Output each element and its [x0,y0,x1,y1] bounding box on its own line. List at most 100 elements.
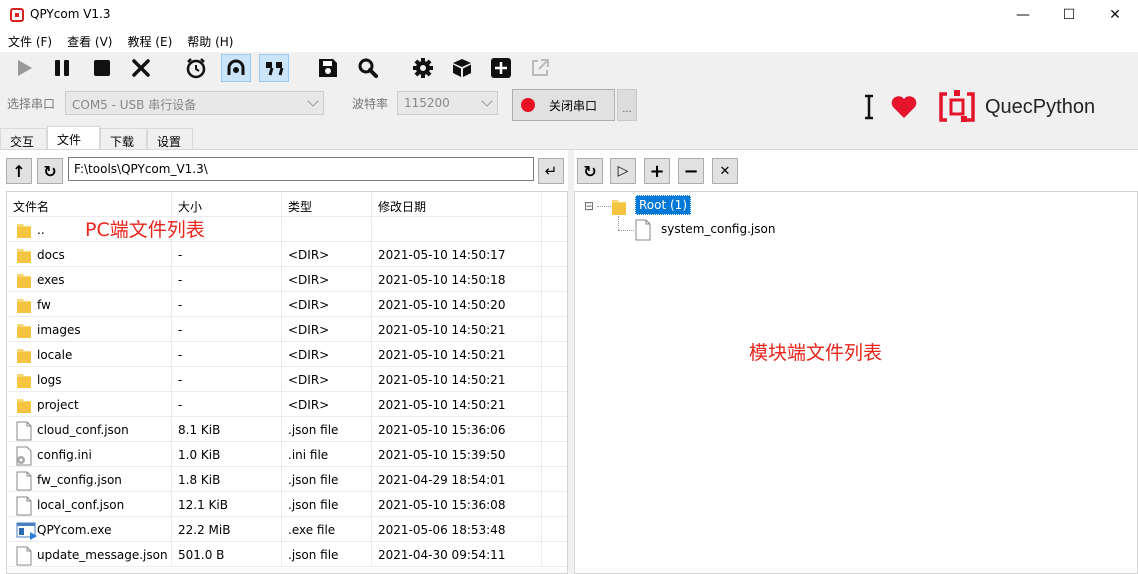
table-row[interactable]: exes - <DIR> 2021-05-10 14:50:18 [7,267,567,292]
row-filler [542,392,567,417]
menu-help[interactable]: 帮助 (H) [179,30,240,52]
tab-files[interactable]: 文件 [47,126,100,151]
table-row[interactable]: config.ini 1.0 KiB .ini file 2021-05-10 15:… [7,442,567,467]
menu-tutorial[interactable]: 教程 (E) [119,30,179,52]
go-path-button[interactable]: ↵ [538,158,564,184]
row-filler [542,417,567,442]
tab-download[interactable]: 下载 [100,128,147,150]
table-row[interactable]: locale - <DIR> 2021-05-10 14:50:21 [7,342,567,367]
play-icon[interactable] [9,54,39,82]
row-filler [542,267,567,292]
file-date: 2021-05-06 18:53:48 [372,517,542,542]
more-button[interactable]: ... [617,89,637,121]
menu-view[interactable]: 查看 (V) [59,30,119,52]
run-button[interactable]: ▷ [610,158,636,184]
pause-icon[interactable] [47,54,77,82]
baud-select[interactable]: 115200 [397,91,498,115]
clock-icon[interactable] [181,54,211,82]
file-size: - [172,342,282,367]
files-content: ↑ ↻ F:\tools\QPYcom_V1.3\ ↵ ↻ ▷ + − ✕ 文件… [0,150,1138,574]
folder-icon [611,196,627,219]
folder-icon [16,371,32,392]
refresh-icon: ↻ [43,161,57,181]
gear-icon[interactable] [408,54,438,82]
table-row[interactable]: update_message.json 501.0 B .json file 2021… [7,542,567,567]
table-row[interactable]: QPYcom.exe 22.2 MiB .exe file 2021-05-06 18… [7,517,567,542]
cube-icon[interactable] [447,54,477,82]
search-icon[interactable] [353,54,383,82]
file-type [282,217,372,242]
file-type: <DIR> [282,242,372,267]
row-filler [542,342,567,367]
app-logo-icon [10,8,24,22]
tab-interactive[interactable]: 交互 [0,128,47,150]
tree-file-node[interactable]: system_config.json [661,222,775,236]
delete-file-button[interactable]: ✕ [712,158,738,184]
file-size: - [172,392,282,417]
file-name: QPYcom.exe [37,523,112,537]
close-window-button[interactable]: ✕ [1092,0,1138,30]
pc-refresh-button[interactable]: ↻ [37,158,63,184]
port-select-value: COM5 - USB 串行设备 [72,98,197,112]
plus-icon: + [649,160,665,182]
file-name: update_message.json [37,548,168,562]
file-size: 22.2 MiB [172,517,282,542]
file-type: .exe file [282,517,372,542]
row-filler [542,242,567,267]
table-row[interactable]: cloud_conf.json 8.1 KiB .json file 2021-05-… [7,417,567,442]
module-refresh-button[interactable]: ↻ [577,158,603,184]
close-port-label: 关闭串口 [549,98,598,113]
file-name: fw_config.json [37,473,122,487]
table-row[interactable]: fw - <DIR> 2021-05-10 14:50:20 [7,292,567,317]
add-file-button[interactable]: + [644,158,670,184]
file-type: <DIR> [282,342,372,367]
chevron-down-icon [307,95,319,107]
row-filler [542,317,567,342]
file-icon [16,471,32,492]
remove-file-button[interactable]: − [678,158,704,184]
external-link-icon[interactable] [525,54,555,82]
file-size: 501.0 B [172,542,282,567]
clear-icon[interactable] [126,54,156,82]
file-icon [16,421,32,442]
save-icon[interactable] [313,54,343,82]
quote-icon[interactable] [259,54,289,82]
tree-root-node[interactable]: Root (1) [635,195,691,215]
file-name-cell: config.ini [7,442,172,467]
table-row[interactable]: logs - <DIR> 2021-05-10 14:50:21 [7,367,567,392]
refresh-icon: ↻ [583,161,597,181]
column-header-type[interactable]: 类型 [282,192,372,217]
folder-icon [16,246,32,267]
up-button[interactable]: ↑ [6,158,32,184]
file-size: - [172,292,282,317]
table-row[interactable]: docs - <DIR> 2021-05-10 14:50:17 [7,242,567,267]
minimize-button[interactable]: — [1000,0,1046,30]
table-row[interactable]: images - <DIR> 2021-05-10 14:50:21 [7,317,567,342]
column-header-size[interactable]: 大小 [172,192,282,217]
hook-icon[interactable] [221,54,251,82]
table-row[interactable]: project - <DIR> 2021-05-10 14:50:21 [7,392,567,417]
menu-file[interactable]: 文件 (F) [0,30,59,52]
file-type: <DIR> [282,267,372,292]
port-label: 选择串口 [7,97,56,111]
table-row[interactable]: fw_config.json 1.8 KiB .json file 2021-04-2… [7,467,567,492]
port-select[interactable]: COM5 - USB 串行设备 [65,91,324,115]
stop-icon[interactable] [87,54,117,82]
column-header-name[interactable]: 文件名 [7,192,172,217]
baud-label: 波特率 [352,97,389,111]
file-date: 2021-05-10 14:50:21 [372,342,542,367]
folder-icon [16,346,32,367]
column-header-date[interactable]: 修改日期 [372,192,542,217]
file-name-cell: docs [7,242,172,267]
close-port-button[interactable]: 关闭串口 [512,89,615,121]
collapse-icon[interactable]: ⊟ [584,199,594,213]
table-row[interactable]: local_conf.json 12.1 KiB .json file 2021-05… [7,492,567,517]
file-date: 2021-05-10 14:50:17 [372,242,542,267]
tab-settings[interactable]: 设置 [147,128,193,150]
path-input[interactable]: F:\tools\QPYcom_V1.3\ [68,157,534,181]
maximize-button[interactable]: ☐ [1046,0,1092,30]
exe-file-icon [16,521,38,542]
plus-icon[interactable] [486,54,516,82]
file-date: 2021-05-10 15:36:08 [372,492,542,517]
file-size: 1.0 KiB [172,442,282,467]
